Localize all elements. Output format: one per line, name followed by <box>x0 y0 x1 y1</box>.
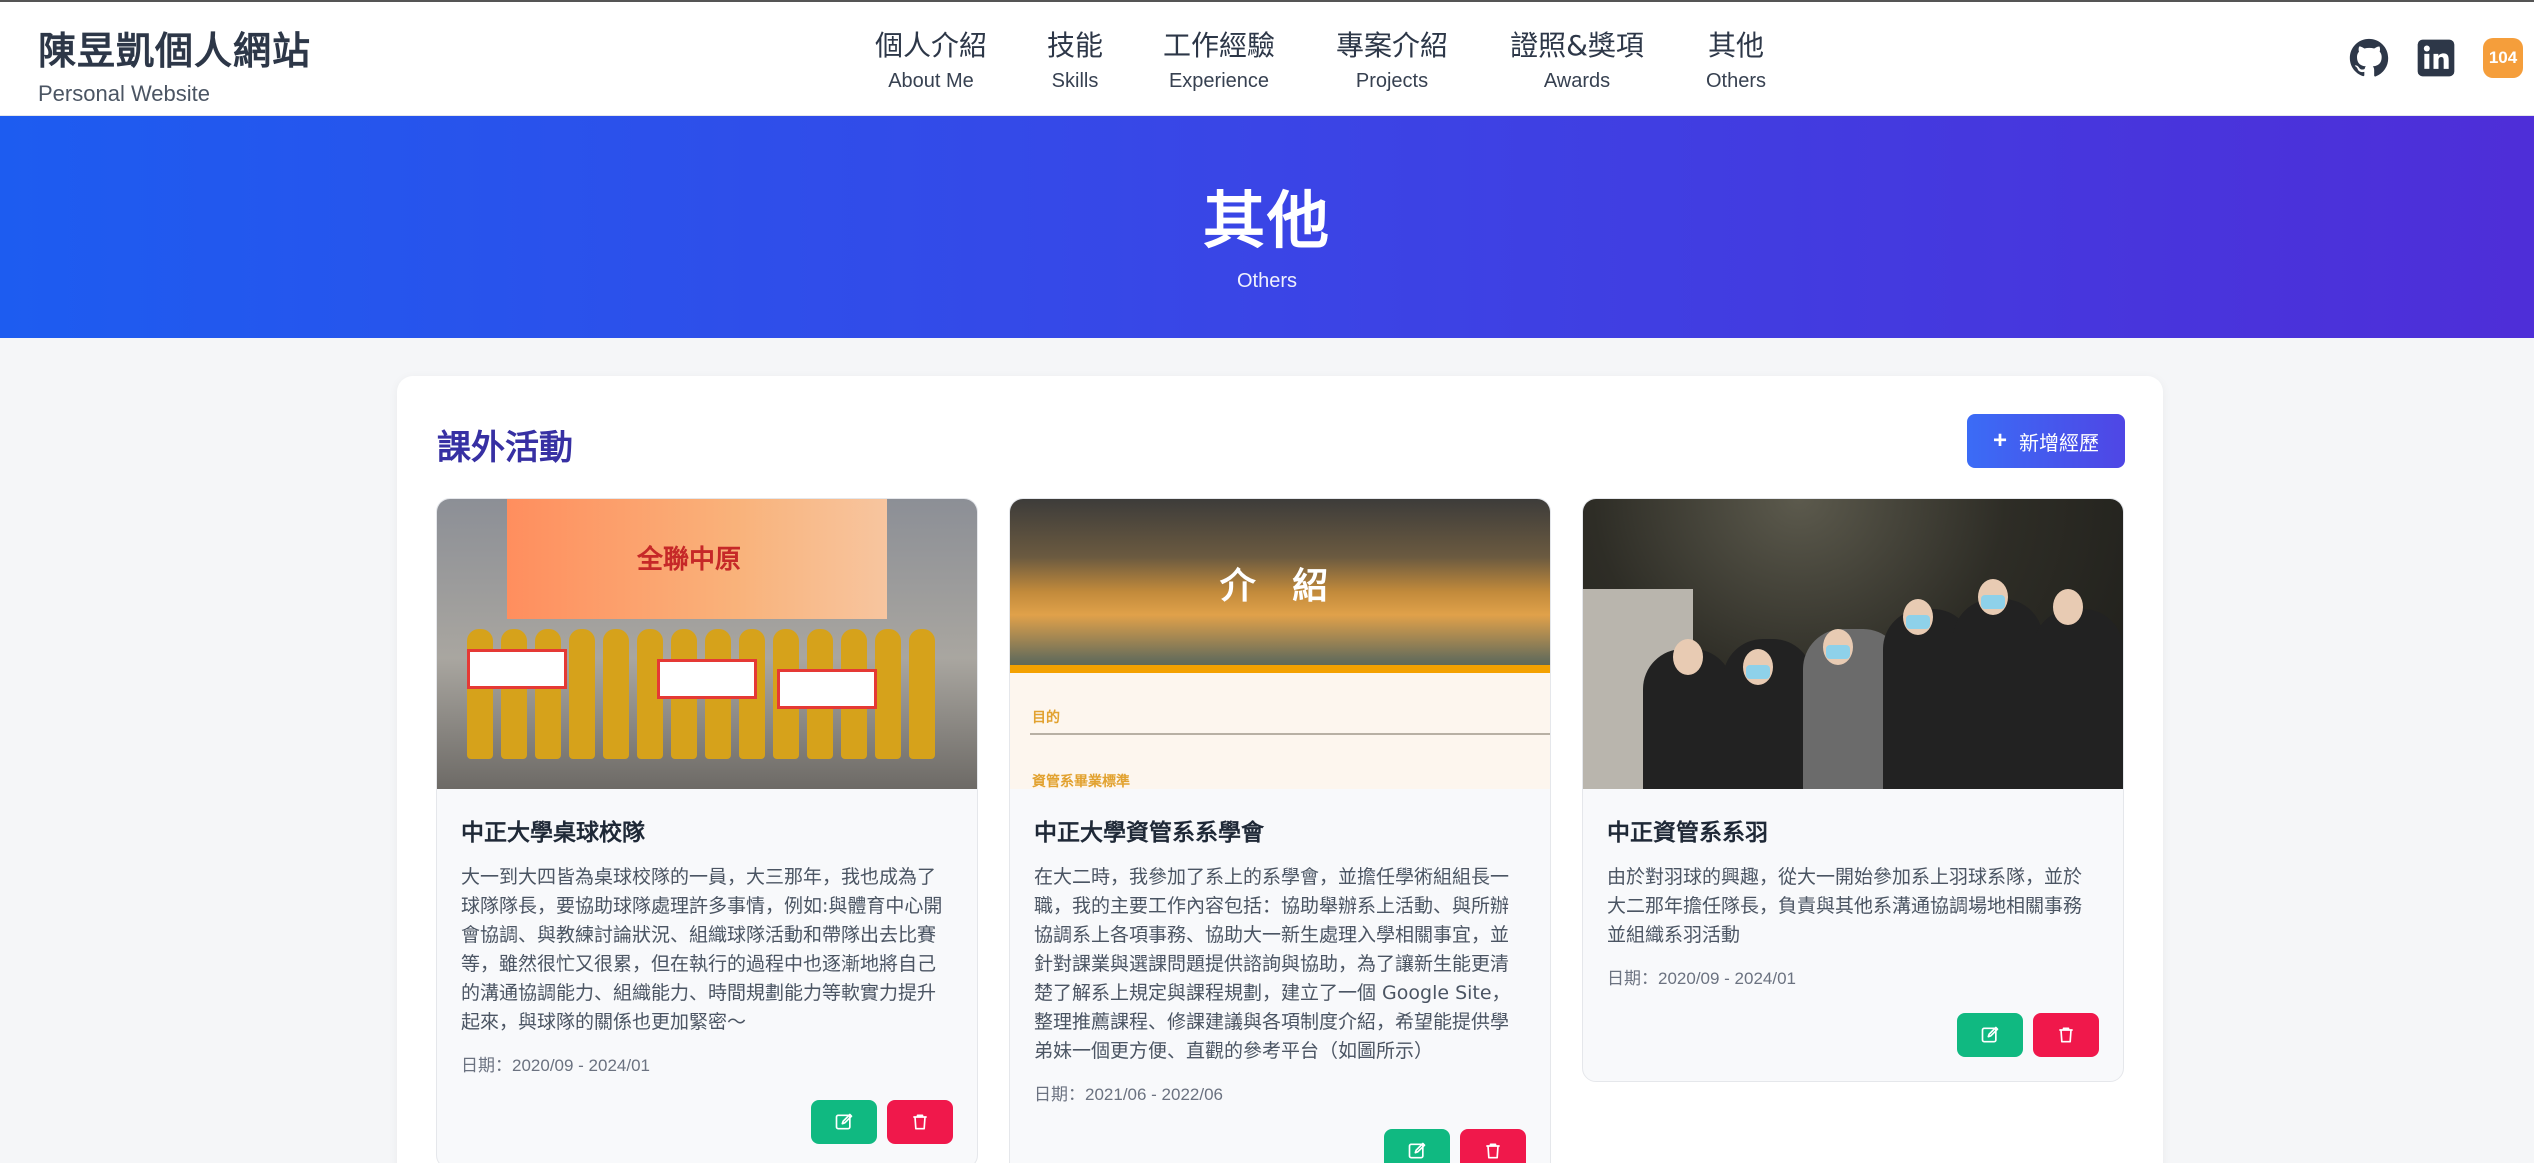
photo-label: 目的 <box>1032 710 1060 726</box>
hero-title: 其他 <box>1202 184 1331 257</box>
edit-button[interactable] <box>811 1100 877 1144</box>
nav-others-label: 其他 <box>1707 29 1764 62</box>
add-experience-button[interactable]: + 新增經歷 <box>1967 414 2125 468</box>
photo-person <box>603 629 629 759</box>
nav-experience[interactable]: 工作經驗 Experience <box>1163 24 1275 93</box>
photo-person <box>1953 599 2043 789</box>
github-link[interactable] <box>2349 38 2389 78</box>
photo-line <box>1030 733 1550 735</box>
delete-button[interactable] <box>887 1100 953 1144</box>
card-description: 在大二時，我參加了系上的系學會，並擔任學術組組長一職，我的主要工作內容包括：協助… <box>1034 866 1511 1062</box>
photo-mask <box>1746 665 1770 679</box>
nav-experience-label: 工作經驗 <box>1162 29 1276 62</box>
nav-others-sublabel: Others <box>1705 70 1767 92</box>
nav-awards-label: 證照&獎項 <box>1510 29 1644 62</box>
nav-projects[interactable]: 專案介紹 Projects <box>1336 24 1448 93</box>
add-experience-label: 新增經歷 <box>2019 432 2099 455</box>
nav-experience-sublabel: Experience <box>1168 70 1270 92</box>
edit-icon <box>1408 1142 1426 1159</box>
trash-icon <box>2059 1027 2073 1043</box>
edit-button[interactable] <box>1384 1129 1450 1163</box>
linkedin-icon <box>2417 39 2455 77</box>
nav-awards[interactable]: 證照&獎項 Awards <box>1510 24 1644 93</box>
card-date: 日期：2021/06 - 2022/06 <box>1034 1085 1224 1104</box>
photo-label: 資管系畢業標準 <box>1032 774 1130 789</box>
card-title: 中正大學資管系系學會 <box>1034 820 1264 846</box>
hero-subtitle: Others <box>1236 270 1298 292</box>
section-title: 課外活動 <box>437 428 573 468</box>
plus-icon: + <box>1992 427 2007 454</box>
photo-banner-text: 全聯中原 <box>637 545 742 575</box>
card-description: 大一到大四皆為桌球校隊的一員，大三那年，我也成為了球隊隊長，要協助球隊處理許多事… <box>461 866 943 1033</box>
card-date: 日期：2020/09 - 2024/01 <box>1607 969 1797 988</box>
nav-projects-sublabel: Projects <box>1355 70 1429 92</box>
activity-photo-google-site: 介 紹 目的 資管系畢業標準 <box>1010 499 1550 789</box>
delete-button[interactable] <box>1460 1129 1526 1163</box>
photo-face <box>2053 589 2083 625</box>
nav-about-label: 個人介紹 <box>874 29 988 62</box>
nav-skills-sublabel: Skills <box>1051 70 1099 92</box>
photo-mask <box>1826 645 1850 659</box>
card-date: 日期：2020/09 - 2024/01 <box>461 1056 651 1075</box>
nav-skills[interactable]: 技能 Skills <box>1047 24 1103 93</box>
photo-sign <box>467 649 567 689</box>
card-title: 中正資管系系羽 <box>1607 820 1768 846</box>
photo-person <box>2033 609 2123 789</box>
104-badge-icon: 104 <box>2483 38 2523 78</box>
github-icon <box>2349 38 2389 77</box>
photo-mask <box>1906 615 1930 629</box>
nav-about-sublabel: About Me <box>888 70 974 92</box>
trash-icon <box>913 1114 927 1130</box>
card-description: 由於對羽球的興趣，從大一開始參加系上羽球系隊，並於大二那年擔任隊長，負責與其他系… <box>1607 866 2083 946</box>
activity-card: 介 紹 目的 資管系畢業標準 中正大學資管系系學會 在大二時，我參加了系上的系學… <box>1009 498 1551 1163</box>
104-link[interactable]: 104 <box>2483 38 2523 78</box>
photo-sign <box>777 669 877 709</box>
edit-icon <box>1981 1026 1999 1043</box>
photo-person <box>875 629 901 759</box>
hero-banner: 其他 Others <box>0 116 2534 338</box>
photo-sign <box>657 659 757 699</box>
delete-button[interactable] <box>2033 1013 2099 1057</box>
trash-icon <box>1486 1143 1500 1159</box>
nav-awards-sublabel: Awards <box>1543 70 1611 92</box>
photo-mask <box>1981 595 2005 609</box>
activity-photo-badminton <box>1583 499 2123 789</box>
main-nav: 個人介紹 About Me 技能 Skills 工作經驗 Experience … <box>0 24 2534 94</box>
photo-divider <box>1010 665 1550 673</box>
card-title: 中正大學桌球校隊 <box>461 820 645 846</box>
photo-heading-text: 介 紹 <box>1219 566 1341 607</box>
photo-person <box>569 629 595 759</box>
nav-about[interactable]: 個人介紹 About Me <box>875 24 987 93</box>
photo-person <box>909 629 935 759</box>
photo-face <box>1673 639 1703 675</box>
edit-icon <box>835 1113 853 1130</box>
nav-others[interactable]: 其他 Others <box>1706 24 1766 93</box>
activity-card: 中正資管系系羽 由於對羽球的興趣，從大一開始參加系上羽球系隊，並於大二那年擔任隊… <box>1582 498 2124 1082</box>
edit-button[interactable] <box>1957 1013 2023 1057</box>
nav-projects-label: 專案介紹 <box>1335 29 1449 62</box>
activity-photo-table-tennis: 全聯中原 <box>437 499 977 789</box>
linkedin-link[interactable] <box>2416 38 2456 78</box>
activities-panel: 課外活動 + 新增經歷 全聯中原 中正大學桌球校隊 大一到大四皆為桌球校隊的一員… <box>397 376 2163 1163</box>
nav-skills-label: 技能 <box>1046 29 1104 62</box>
top-navbar: 陳昱凱個人網站 Personal Website 個人介紹 About Me 技… <box>0 0 2534 116</box>
activity-card: 全聯中原 中正大學桌球校隊 大一到大四皆為桌球校隊的一員，大三那年，我也成為了球… <box>436 498 978 1163</box>
